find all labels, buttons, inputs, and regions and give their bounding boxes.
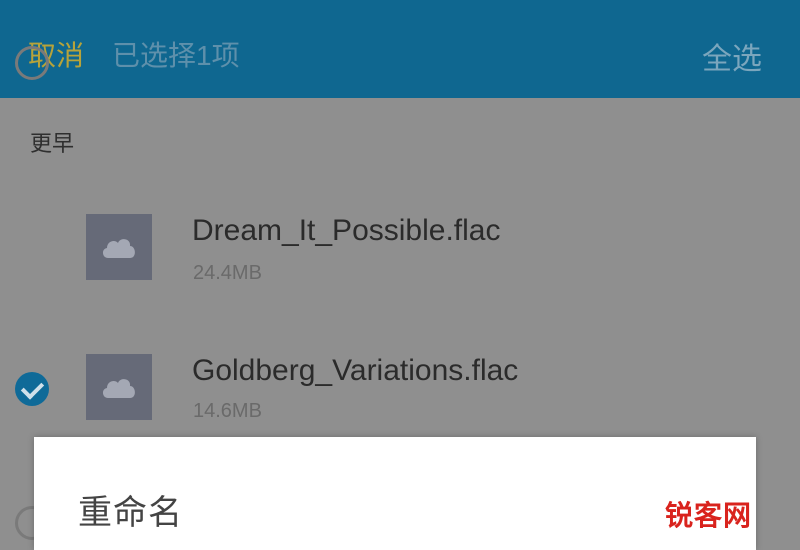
cloud-icon	[102, 239, 135, 258]
file-size: 14.6MB	[193, 400, 262, 422]
file-size: 24.4MB	[193, 262, 262, 284]
select-all-button[interactable]: 全选	[702, 34, 762, 78]
file-row[interactable]: Dream_It_Possible.flac 24.4MB	[0, 46, 800, 306]
file-name: Goldberg_Variations.flac	[192, 354, 519, 387]
selection-count: 已选择1项	[112, 40, 240, 71]
file-thumbnail	[86, 354, 152, 420]
select-radio-checked[interactable]	[15, 372, 49, 406]
select-radio[interactable]	[15, 46, 49, 80]
file-thumbnail	[86, 214, 152, 280]
rename-dialog: 重命名	[34, 437, 756, 550]
dialog-title: 重命名	[78, 494, 183, 532]
section-header: 更早	[30, 131, 75, 156]
file-name: Dream_It_Possible.flac	[192, 214, 501, 247]
top-action-bar: 取消 已选择1项 全选	[0, 0, 800, 98]
file-row[interactable]: Goldberg_Variations.flac 14.6MB	[0, 328, 800, 448]
cloud-icon	[102, 379, 135, 398]
watermark-logo: 锐客网	[664, 500, 752, 531]
